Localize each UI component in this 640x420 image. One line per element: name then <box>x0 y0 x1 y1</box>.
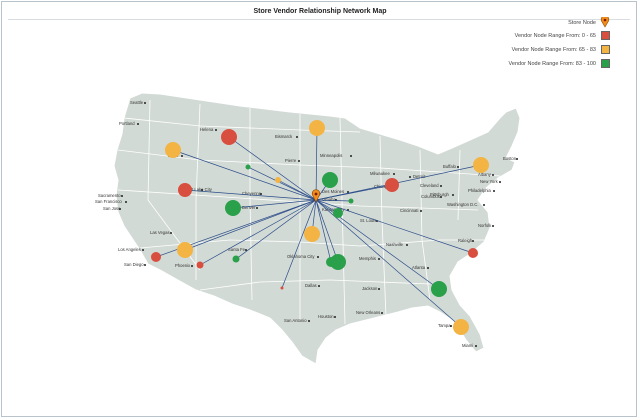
city-label: Miami <box>462 343 473 348</box>
city-label: Columbus <box>421 194 440 199</box>
city-label: Dallas <box>305 283 317 288</box>
vendor-node[interactable] <box>431 281 447 297</box>
city-label: Milwaukee <box>370 171 390 176</box>
legend-label: Store Node <box>568 20 596 26</box>
city-label: Oklahoma City <box>287 254 315 259</box>
city-label: Seattle <box>130 100 144 105</box>
city-label: Norfolk <box>478 223 492 228</box>
city-label: Phoenix <box>175 263 191 268</box>
city-label: New Orleans <box>356 310 380 315</box>
city-label: Bismarck <box>275 134 293 139</box>
city-label: New York <box>480 179 499 184</box>
city-label: Cincinnati <box>400 208 418 213</box>
city-label: St. Louis <box>360 218 376 223</box>
vendor-node[interactable] <box>330 254 346 270</box>
city-label: Helena <box>200 127 214 132</box>
legend-swatch <box>601 59 610 68</box>
vendor-node[interactable] <box>165 142 181 158</box>
city-label: Minneapolis <box>320 153 342 158</box>
city-label: Cleveland <box>420 183 439 188</box>
vendor-node[interactable] <box>245 164 251 170</box>
legend-swatch <box>601 45 610 54</box>
legend-label: Vendor Node Range From: 65 - 83 <box>511 47 596 53</box>
city-label: Raleigh <box>458 238 473 243</box>
city-label: Boston <box>503 156 517 161</box>
vendor-node[interactable] <box>280 286 284 290</box>
city-label: Jackson <box>362 286 378 291</box>
city-label: Des Moines <box>322 189 344 194</box>
city-label: San Francisco <box>95 199 122 204</box>
vendor-node[interactable] <box>309 120 325 136</box>
vendor-node[interactable] <box>453 319 469 335</box>
city-label: San Diego <box>124 262 144 267</box>
store-pin-icon <box>600 17 610 28</box>
vendor-node[interactable] <box>232 255 240 263</box>
vendor-node[interactable] <box>322 172 338 188</box>
legend-swatch <box>601 31 610 40</box>
city-label: Tampa <box>438 323 451 328</box>
legend-label: Vendor Node Range From: 83 - 100 <box>508 61 596 67</box>
city-label: Nashville <box>386 242 404 247</box>
city-label: Buffalo <box>443 164 457 169</box>
vendor-node[interactable] <box>333 208 343 218</box>
vendor-node[interactable] <box>348 198 354 204</box>
vendor-node[interactable] <box>177 242 193 258</box>
city-label: Sacramento <box>98 193 121 198</box>
vendor-node[interactable] <box>221 129 237 145</box>
legend-label: Vendor Node Range From: 0 - 65 <box>514 33 596 39</box>
vendor-node[interactable] <box>178 183 192 197</box>
city-label: Los Angeles <box>118 247 141 252</box>
vendor-node[interactable] <box>304 226 320 242</box>
vendor-node[interactable] <box>473 157 489 173</box>
city-label: Houston <box>318 314 334 319</box>
vendor-node[interactable] <box>385 178 399 192</box>
vendor-node[interactable] <box>468 248 478 258</box>
city-label: Philadelphia <box>468 188 491 193</box>
city-label: San Antonio <box>284 318 307 323</box>
city-label: Memphis <box>359 256 376 261</box>
vendor-node[interactable] <box>196 261 204 269</box>
vendor-node[interactable] <box>225 200 241 216</box>
city-label: Washington D.C. <box>447 202 479 207</box>
city-label: Pierre <box>285 158 297 163</box>
vendor-node[interactable] <box>275 177 281 183</box>
city-label: Las Vegas <box>150 230 170 235</box>
city-label: Atlanta <box>412 265 426 270</box>
vendor-node[interactable] <box>151 252 161 262</box>
city-label: Portland <box>119 121 135 126</box>
city-label: San Jose <box>103 206 121 211</box>
